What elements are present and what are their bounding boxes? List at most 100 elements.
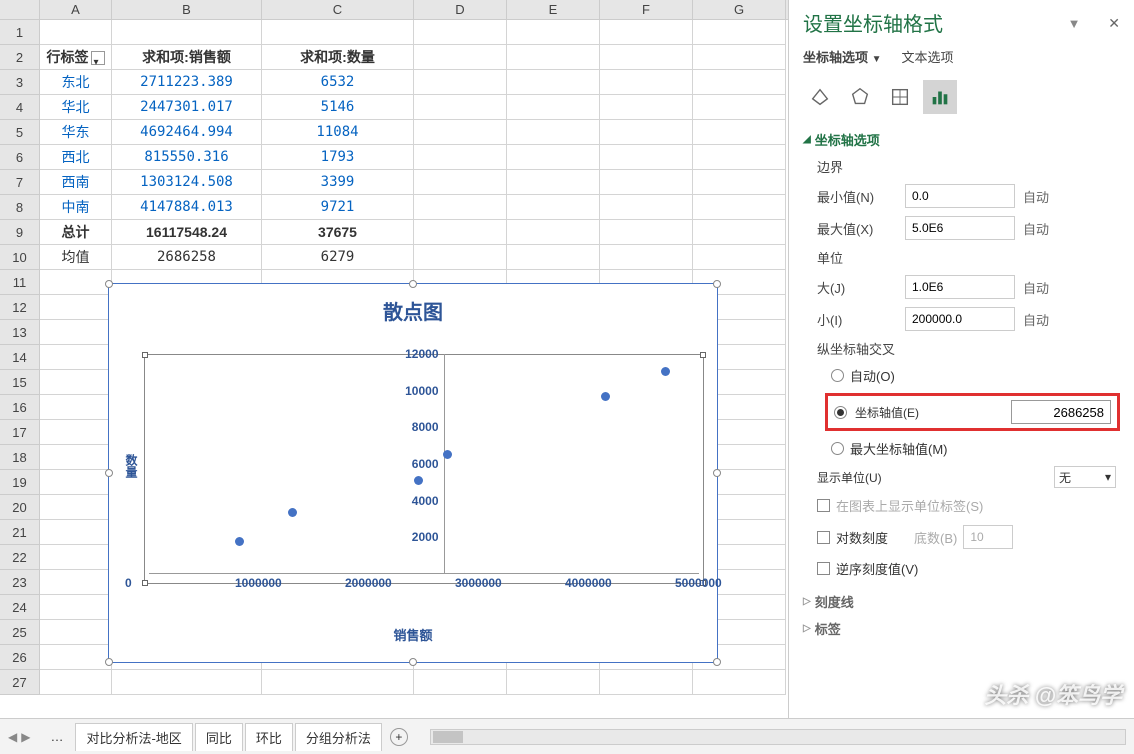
data-point[interactable] (443, 450, 452, 459)
radio-max[interactable] (831, 442, 844, 455)
cell-B2[interactable]: 求和项:销售额 (112, 45, 262, 70)
cell-G5[interactable] (693, 120, 786, 145)
row-header-21[interactable]: 21 (0, 520, 40, 545)
col-header-E[interactable]: E (507, 0, 600, 19)
size-icon[interactable] (883, 80, 917, 114)
cell-B7[interactable]: 1303124.508 (112, 170, 262, 195)
cell-B1[interactable] (112, 20, 262, 45)
section-ticks[interactable]: ▷刻度线 (803, 592, 1120, 611)
row-header-4[interactable]: 4 (0, 95, 40, 120)
cell-D10[interactable] (414, 245, 507, 270)
cell-E6[interactable] (507, 145, 600, 170)
cell-E27[interactable] (507, 670, 600, 695)
col-header-G[interactable]: G (693, 0, 786, 19)
row-header-5[interactable]: 5 (0, 120, 40, 145)
cell-E10[interactable] (507, 245, 600, 270)
cell-G7[interactable] (693, 170, 786, 195)
resize-handle-n[interactable] (409, 280, 417, 288)
row-header-8[interactable]: 8 (0, 195, 40, 220)
sheet-more[interactable]: … (40, 725, 73, 748)
cell-B6[interactable]: 815550.316 (112, 145, 262, 170)
cell-E1[interactable] (507, 20, 600, 45)
log-checkbox[interactable] (817, 531, 830, 544)
cell-B4[interactable]: 2447301.017 (112, 95, 262, 120)
cell-F5[interactable] (600, 120, 693, 145)
row-header-26[interactable]: 26 (0, 645, 40, 670)
add-sheet-icon[interactable]: + (390, 728, 408, 746)
cell-A9[interactable]: 总计 (40, 220, 112, 245)
select-all-corner[interactable] (0, 0, 40, 19)
cell-F6[interactable] (600, 145, 693, 170)
cell-G3[interactable] (693, 70, 786, 95)
cell-A14[interactable] (40, 345, 112, 370)
data-point[interactable] (288, 508, 297, 517)
cell-B8[interactable]: 4147884.013 (112, 195, 262, 220)
resize-handle-sw[interactable] (105, 658, 113, 666)
cell-A3[interactable]: 东北 (40, 70, 112, 95)
cell-C1[interactable] (262, 20, 414, 45)
row-header-15[interactable]: 15 (0, 370, 40, 395)
row-header-12[interactable]: 12 (0, 295, 40, 320)
cell-A19[interactable] (40, 470, 112, 495)
cell-D7[interactable] (414, 170, 507, 195)
cell-A21[interactable] (40, 520, 112, 545)
cell-E4[interactable] (507, 95, 600, 120)
row-header-25[interactable]: 25 (0, 620, 40, 645)
cell-G2[interactable] (693, 45, 786, 70)
cell-B10[interactable]: 2686258 (112, 245, 262, 270)
tab-axis-options[interactable]: 坐标轴选项 ▼ (803, 47, 882, 66)
reverse-checkbox[interactable] (817, 562, 830, 575)
cell-E3[interactable] (507, 70, 600, 95)
nav-prev-icon[interactable]: ◀ (8, 730, 17, 744)
chart-title[interactable]: 散点图 (109, 296, 717, 325)
cell-C7[interactable]: 3399 (262, 170, 414, 195)
x-axis-label[interactable]: 销售额 (109, 625, 717, 644)
col-header-F[interactable]: F (600, 0, 693, 19)
min-input[interactable] (905, 184, 1015, 208)
cell-C5[interactable]: 11084 (262, 120, 414, 145)
cell-A27[interactable] (40, 670, 112, 695)
cell-C10[interactable]: 6279 (262, 245, 414, 270)
cell-B9[interactable]: 16117548.24 (112, 220, 262, 245)
axis-icon[interactable] (923, 80, 957, 114)
effects-icon[interactable] (843, 80, 877, 114)
cell-A8[interactable]: 中南 (40, 195, 112, 220)
cell-B3[interactable]: 2711223.389 (112, 70, 262, 95)
cell-C9[interactable]: 37675 (262, 220, 414, 245)
cell-E8[interactable] (507, 195, 600, 220)
cell-B5[interactable]: 4692464.994 (112, 120, 262, 145)
row-header-6[interactable]: 6 (0, 145, 40, 170)
cell-D4[interactable] (414, 95, 507, 120)
cell-A6[interactable]: 西北 (40, 145, 112, 170)
cell-B27[interactable] (112, 670, 262, 695)
resize-handle-se[interactable] (713, 658, 721, 666)
cell-A10[interactable]: 均值 (40, 245, 112, 270)
cell-A24[interactable] (40, 595, 112, 620)
row-header-3[interactable]: 3 (0, 70, 40, 95)
row-header-16[interactable]: 16 (0, 395, 40, 420)
cell-C3[interactable]: 6532 (262, 70, 414, 95)
cell-A2[interactable]: 行标签 (40, 45, 112, 70)
cell-A17[interactable] (40, 420, 112, 445)
cell-D9[interactable] (414, 220, 507, 245)
cell-F27[interactable] (600, 670, 693, 695)
row-header-19[interactable]: 19 (0, 470, 40, 495)
cell-F3[interactable] (600, 70, 693, 95)
cell-F8[interactable] (600, 195, 693, 220)
cell-G27[interactable] (693, 670, 786, 695)
cell-F9[interactable] (600, 220, 693, 245)
row-header-23[interactable]: 23 (0, 570, 40, 595)
row-header-17[interactable]: 17 (0, 420, 40, 445)
cell-E2[interactable] (507, 45, 600, 70)
cell-D8[interactable] (414, 195, 507, 220)
plot-area[interactable]: 2000400060008000100001200001000000200000… (149, 344, 699, 594)
row-header-11[interactable]: 11 (0, 270, 40, 295)
cell-F7[interactable] (600, 170, 693, 195)
cell-G4[interactable] (693, 95, 786, 120)
data-point[interactable] (661, 367, 670, 376)
cell-A22[interactable] (40, 545, 112, 570)
row-header-2[interactable]: 2 (0, 45, 40, 70)
resize-handle-nw[interactable] (105, 280, 113, 288)
cell-D5[interactable] (414, 120, 507, 145)
minor-input[interactable] (905, 307, 1015, 331)
